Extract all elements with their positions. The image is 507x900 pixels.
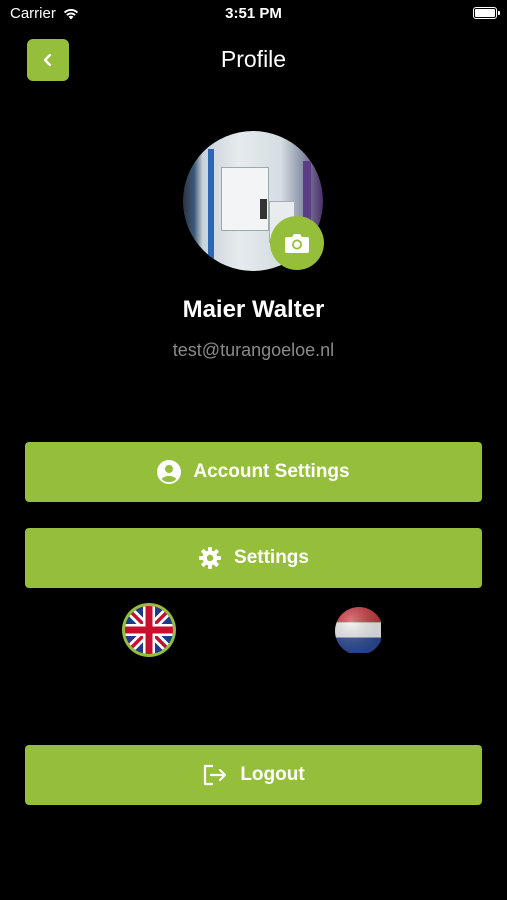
status-time: 3:51 PM [225,5,282,22]
battery-icon [473,7,500,19]
language-english-button[interactable] [125,606,173,654]
status-bar: Carrier 3:51 PM [0,0,507,28]
account-settings-button[interactable]: Account Settings [25,442,482,502]
settings-label: Settings [234,547,309,568]
gear-icon [199,547,222,569]
user-name: Maier Walter [182,296,325,323]
logout-label: Logout [240,764,305,785]
account-settings-label: Account Settings [193,461,350,482]
logout-button[interactable]: Logout [25,745,482,805]
user-email: test@turangoeloe.nl [172,340,335,360]
uk-flag-icon [125,606,173,654]
language-dutch-button[interactable] [335,607,383,655]
change-photo-button[interactable] [270,216,324,270]
settings-button[interactable]: Settings [25,528,482,588]
page-title: Profile [220,46,287,72]
user-circle-icon [157,460,182,484]
camera-icon [285,234,309,253]
logout-icon [204,764,227,786]
nl-flag-icon [335,607,381,653]
